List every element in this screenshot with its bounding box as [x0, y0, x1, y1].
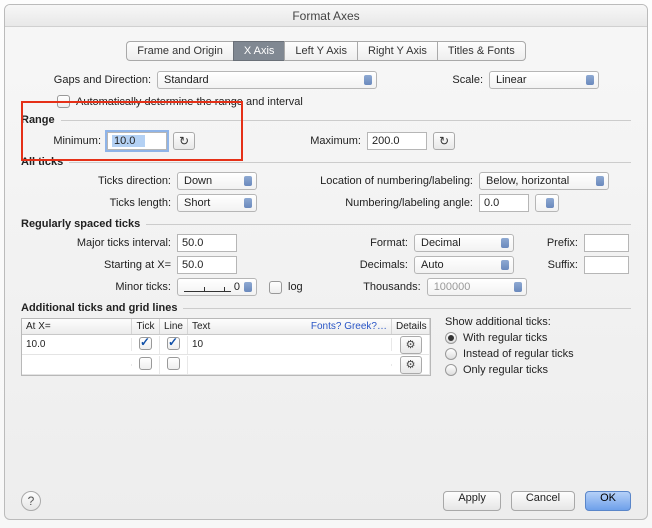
suffix-label: Suffix:	[528, 259, 578, 271]
revert-icon	[439, 134, 449, 148]
regular-ticks-header: Regularly spaced ticks	[21, 218, 631, 230]
row-details-button[interactable]	[400, 356, 422, 374]
prefix-label: Prefix:	[528, 237, 578, 249]
prefix-input[interactable]	[584, 234, 629, 252]
minor-ticks-label: Minor ticks:	[21, 281, 171, 293]
radio-only-regular[interactable]	[445, 364, 457, 376]
numbering-angle-input[interactable]: 0.0	[479, 194, 529, 212]
help-icon: ?	[28, 494, 35, 508]
window-title: Format Axes	[5, 5, 647, 27]
maximum-input[interactable]: 200.0	[367, 132, 427, 150]
row-details-button[interactable]	[400, 336, 422, 354]
format-label: Format:	[253, 237, 408, 249]
thousands-select[interactable]: 100000	[427, 278, 527, 296]
cell-line-checkbox[interactable]	[167, 337, 180, 350]
tab-x-axis[interactable]: X Axis	[233, 41, 285, 61]
numbering-location-select[interactable]: Below, horizontal	[479, 172, 609, 190]
col-header-atx[interactable]: At X=	[22, 319, 132, 334]
range-header: Range	[21, 114, 631, 126]
table-row[interactable]: 10.0 10	[22, 335, 430, 355]
apply-button[interactable]: Apply	[443, 491, 501, 511]
numbering-angle-stepper[interactable]	[535, 194, 559, 212]
tab-right-y-axis[interactable]: Right Y Axis	[357, 41, 437, 61]
scale-label: Scale:	[403, 74, 483, 86]
cell-text[interactable]	[188, 364, 392, 366]
radio-instead-regular[interactable]	[445, 348, 457, 360]
ok-button[interactable]: OK	[585, 491, 631, 511]
additional-ticks-table: At X= Tick Line TextFonts? Greek?… Detai…	[21, 318, 431, 376]
suffix-input[interactable]	[584, 256, 629, 274]
col-header-details[interactable]: Details	[392, 319, 430, 334]
tab-bar: Frame and Origin X Axis Left Y Axis Righ…	[21, 41, 631, 61]
numbering-angle-label: Numbering/labeling angle:	[273, 197, 473, 209]
show-additional-label: Show additional ticks:	[445, 316, 574, 328]
ticks-length-label: Ticks length:	[21, 197, 171, 209]
minor-ticks-select[interactable]: 0	[177, 278, 257, 296]
minimum-label: Minimum:	[21, 135, 101, 147]
col-header-tick[interactable]: Tick	[132, 319, 160, 334]
decimals-label: Decimals:	[253, 259, 408, 271]
revert-icon	[179, 134, 189, 148]
minimum-input[interactable]: 10.0	[107, 132, 167, 150]
gear-icon	[406, 338, 416, 351]
show-additional-group: Show additional ticks: With regular tick…	[445, 316, 574, 380]
decimals-select[interactable]: Auto	[414, 256, 514, 274]
cell-tick-checkbox[interactable]	[139, 337, 152, 350]
ticks-length-select[interactable]: Short	[177, 194, 257, 212]
additional-ticks-header: Additional ticks and grid lines	[21, 302, 631, 314]
help-button[interactable]: ?	[21, 491, 41, 511]
fonts-greek-link[interactable]: Fonts? Greek?…	[311, 321, 387, 332]
log-checkbox[interactable]	[269, 281, 282, 294]
cell-atx[interactable]: 10.0	[22, 338, 132, 351]
major-ticks-interval-input[interactable]: 50.0	[177, 234, 237, 252]
format-select[interactable]: Decimal	[414, 234, 514, 252]
minor-tick-preview-icon	[184, 282, 231, 292]
scale-select[interactable]: Linear	[489, 71, 599, 89]
cell-atx[interactable]	[22, 364, 132, 366]
thousands-label: Thousands:	[319, 281, 421, 293]
auto-range-label: Automatically determine the range and in…	[76, 96, 303, 108]
col-header-line[interactable]: Line	[160, 319, 188, 334]
cancel-button[interactable]: Cancel	[511, 491, 575, 511]
numbering-location-label: Location of numbering/labeling:	[273, 175, 473, 187]
starting-at-x-label: Starting at X=	[21, 259, 171, 271]
radio-with-regular[interactable]	[445, 332, 457, 344]
maximum-label: Maximum:	[221, 135, 361, 147]
gaps-direction-select[interactable]: Standard	[157, 71, 377, 89]
table-row[interactable]	[22, 355, 430, 375]
cell-line-checkbox[interactable]	[167, 357, 180, 370]
tab-titles-fonts[interactable]: Titles & Fonts	[437, 41, 526, 61]
cell-tick-checkbox[interactable]	[139, 357, 152, 370]
tab-left-y-axis[interactable]: Left Y Axis	[284, 41, 357, 61]
gear-icon	[406, 358, 416, 371]
tab-frame-origin[interactable]: Frame and Origin	[126, 41, 233, 61]
major-ticks-interval-label: Major ticks interval:	[21, 237, 171, 249]
gaps-direction-label: Gaps and Direction:	[41, 74, 151, 86]
log-label: log	[288, 281, 303, 293]
format-axes-dialog: Format Axes Frame and Origin X Axis Left…	[4, 4, 648, 520]
auto-range-checkbox[interactable]	[57, 95, 70, 108]
reset-min-button[interactable]	[173, 132, 195, 150]
cell-text[interactable]: 10	[188, 338, 392, 351]
all-ticks-header: All ticks	[21, 156, 631, 168]
ticks-direction-label: Ticks direction:	[21, 175, 171, 187]
col-header-text[interactable]: TextFonts? Greek?…	[188, 319, 392, 334]
starting-at-x-input[interactable]: 50.0	[177, 256, 237, 274]
ticks-direction-select[interactable]: Down	[177, 172, 257, 190]
reset-max-button[interactable]	[433, 132, 455, 150]
